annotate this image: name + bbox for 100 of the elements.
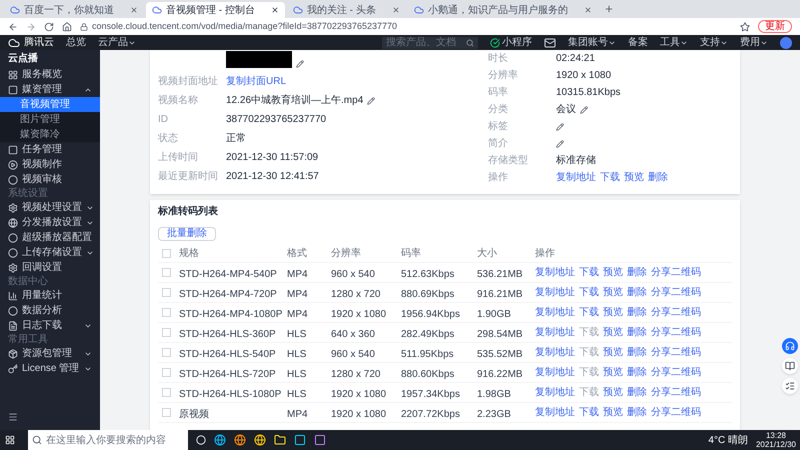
row-checkbox[interactable] [162, 388, 171, 397]
browser-tab[interactable]: 音视频管理 - 控制台 [146, 2, 285, 18]
action-link[interactable]: 下载 [579, 305, 599, 320]
row-checkbox[interactable] [162, 288, 171, 297]
action-link[interactable]: 预览 [603, 405, 623, 420]
nav-menu[interactable]: 集团账号 [568, 35, 616, 50]
sidebar-item[interactable]: 上传存储设置 [0, 245, 100, 260]
sidebar-item[interactable]: 分发播放设置 [0, 215, 100, 230]
batch-delete-button[interactable]: 批量删除 [158, 227, 216, 241]
task-view-icon[interactable] [196, 435, 206, 445]
action-link[interactable]: 分享二维码 [651, 285, 701, 300]
action-link[interactable]: 分享二维码 [651, 405, 701, 420]
sidebar-item[interactable]: 日志下载 [0, 318, 100, 333]
row-checkbox[interactable] [162, 368, 171, 377]
action-link[interactable]: 删除 [627, 365, 647, 380]
row-checkbox[interactable] [162, 408, 171, 417]
action-link[interactable]: 删除 [627, 385, 647, 400]
sidebar-subitem[interactable]: 音视频管理 [0, 97, 100, 112]
search-field[interactable]: 搜索产品、文档 [382, 36, 478, 48]
row-checkbox[interactable] [162, 308, 171, 317]
action-link[interactable]: 预览 [603, 385, 623, 400]
action-link[interactable]: 预览 [603, 285, 623, 300]
back-icon[interactable] [8, 22, 18, 32]
action-link[interactable]: 预览 [603, 265, 623, 280]
action-link[interactable]: 预览 [603, 325, 623, 340]
action-link[interactable]: 复制地址 [535, 325, 575, 340]
action-link[interactable]: 预览 [624, 170, 644, 185]
weather[interactable]: 4°C 晴朗 [708, 432, 748, 448]
support-icon[interactable] [782, 338, 798, 354]
nav-menu[interactable]: 支持 [700, 35, 728, 50]
sidebar-item[interactable]: 服务概览 [0, 67, 100, 82]
sidebar-subitem[interactable]: 媒资降冷 [0, 127, 100, 142]
action-link[interactable]: 复制地址 [535, 385, 575, 400]
copy-link[interactable]: 复制封面URL [226, 74, 286, 89]
mini-program-link[interactable]: 小程序 [490, 35, 532, 50]
sidebar-item[interactable]: License 管理 [0, 361, 100, 376]
sidebar-item[interactable]: 超级播放器配置 [0, 230, 100, 245]
action-link[interactable]: 分享二维码 [651, 365, 701, 380]
action-link[interactable]: 复制地址 [535, 305, 575, 320]
collapse-icon[interactable] [8, 412, 18, 422]
action-link[interactable]: 分享二维码 [651, 265, 701, 280]
browser-tab[interactable]: 百度一下，你就知道 [4, 2, 144, 18]
checklist-icon[interactable] [782, 378, 798, 394]
clock-time[interactable]: 13:28 [766, 431, 786, 440]
sidebar-item[interactable]: 回调设置 [0, 260, 100, 275]
home-icon[interactable] [62, 22, 72, 32]
sidebar-item[interactable]: 视频处理设置 [0, 200, 100, 215]
nav-menu[interactable]: 总览 [66, 35, 86, 50]
sidebar-item[interactable]: 数据分析 [0, 303, 100, 318]
browser-tab[interactable]: 我的关注 - 头条 [286, 2, 406, 18]
browser-tab[interactable]: 小鹅通，知识产品与用户服务的 [408, 2, 598, 18]
mail-icon[interactable] [544, 36, 556, 48]
taskbar-search-field[interactable]: 在这里输入你要搜索的内容 [28, 430, 188, 450]
action-link[interactable]: 删除 [648, 170, 668, 185]
action-link[interactable]: 分享二维码 [651, 345, 701, 360]
nav-menu[interactable]: 云产品 [98, 35, 136, 50]
sidebar-item[interactable]: 任务管理 [0, 142, 100, 157]
browser-icon[interactable] [234, 434, 246, 446]
action-link[interactable]: 下载 [579, 405, 599, 420]
close-icon[interactable] [270, 6, 279, 14]
forward-icon[interactable] [26, 22, 36, 32]
new-tab-icon[interactable] [604, 4, 614, 14]
app-icon[interactable] [314, 434, 326, 446]
nav-menu[interactable]: 费用 [740, 35, 768, 50]
action-link[interactable]: 复制地址 [535, 345, 575, 360]
action-link[interactable]: 下载 [600, 170, 620, 185]
browser-icon[interactable] [254, 434, 266, 446]
bookmark-star-icon[interactable] [740, 22, 750, 32]
docs-icon[interactable] [782, 358, 798, 374]
sidebar-subitem[interactable]: 图片管理 [0, 112, 100, 127]
sidebar-item[interactable]: 媒资管理 [0, 82, 100, 97]
action-link[interactable]: 预览 [603, 365, 623, 380]
edit-icon[interactable] [556, 122, 564, 130]
action-link[interactable]: 复制地址 [535, 265, 575, 280]
action-link[interactable]: 分享二维码 [651, 325, 701, 340]
action-link[interactable]: 复制地址 [556, 170, 596, 185]
action-link[interactable]: 删除 [627, 265, 647, 280]
clock-date[interactable]: 2021/12/30 [756, 440, 796, 449]
action-link[interactable]: 分享二维码 [651, 305, 701, 320]
action-link[interactable]: 删除 [627, 325, 647, 340]
row-checkbox[interactable] [162, 328, 171, 337]
sidebar-item[interactable]: 视频审核 [0, 172, 100, 187]
sidebar-item[interactable]: 用量统计 [0, 288, 100, 303]
sidebar-item[interactable]: 视频制作 [0, 157, 100, 172]
logo[interactable]: 腾讯云 [8, 35, 54, 50]
action-link[interactable]: 复制地址 [535, 405, 575, 420]
action-link[interactable]: 复制地址 [535, 365, 575, 380]
nav-link[interactable]: 备案 [628, 35, 648, 50]
folder-icon[interactable] [274, 434, 286, 446]
action-link[interactable]: 删除 [627, 305, 647, 320]
action-link[interactable]: 删除 [627, 345, 647, 360]
app-icon[interactable] [294, 434, 306, 446]
action-link[interactable]: 预览 [603, 345, 623, 360]
browser-icon[interactable] [214, 434, 226, 446]
action-link[interactable]: 复制地址 [535, 285, 575, 300]
action-link[interactable]: 分享二维码 [651, 385, 701, 400]
address-bar[interactable]: console.cloud.tencent.com/vod/media/manage?fileId=387702293765237770 [80, 20, 732, 34]
edit-icon[interactable] [556, 140, 564, 148]
edit-icon[interactable] [367, 96, 376, 104]
row-checkbox[interactable] [162, 268, 171, 277]
